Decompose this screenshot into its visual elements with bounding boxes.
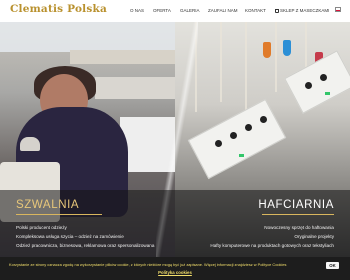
site-header: Clematis Polska O NAS OFERTA GALERIA ZAU… bbox=[0, 0, 350, 22]
cookie-bar: Korzystanie ze strony oznacza zgodę na w… bbox=[0, 257, 350, 280]
machine-indicator bbox=[239, 154, 244, 157]
nav-item-sklep-label: SKLEP Z MASECZKAMI bbox=[280, 8, 330, 13]
thread-line bbox=[245, 22, 247, 122]
szwalnia-line: Odzież pracownicza, biznesowa, reklamowa… bbox=[16, 243, 155, 248]
main-nav: O NAS OFERTA GALERIA ZAUFALI NAM KONTAKT… bbox=[0, 8, 350, 16]
thread-cone bbox=[283, 40, 291, 56]
nav-item-sklep[interactable]: SKLEP Z MASECZKAMI bbox=[275, 8, 329, 13]
thread-line bbox=[275, 22, 277, 92]
window-light bbox=[0, 22, 175, 52]
nav-item-o-nas[interactable]: O NAS bbox=[130, 8, 144, 13]
title-underline bbox=[262, 214, 334, 215]
cookie-ok-button[interactable]: OK bbox=[326, 262, 339, 269]
nav-item-zaufali-nam[interactable]: ZAUFALI NAM bbox=[208, 8, 238, 13]
hafciarnia-line: Nowoczesny sprzęt do haftowania bbox=[264, 225, 334, 230]
machine-knob bbox=[305, 82, 312, 89]
cart-icon bbox=[275, 8, 279, 13]
thread-cone bbox=[263, 42, 271, 58]
nav-item-kontakt[interactable]: KONTAKT bbox=[245, 8, 266, 13]
section-title-szwalnia[interactable]: SZWALNIA bbox=[16, 199, 79, 211]
hafciarnia-line: Hafty komputerowe na produktach gotowych… bbox=[210, 243, 334, 248]
nav-item-oferta[interactable]: OFERTA bbox=[153, 8, 171, 13]
cookie-text: Korzystanie ze strony oznacza zgodę na w… bbox=[9, 262, 287, 267]
szwalnia-line: Kompleksowa usługa szycia – odzież na za… bbox=[16, 234, 124, 239]
machine-indicator bbox=[325, 92, 330, 95]
machine-lamp bbox=[20, 137, 40, 151]
embroidery-panel bbox=[187, 98, 287, 180]
thread-line bbox=[220, 22, 222, 102]
polish-flag-icon[interactable] bbox=[335, 7, 341, 12]
machine-knob bbox=[215, 140, 222, 147]
szwalnia-line: Polski producent odzieży bbox=[16, 225, 67, 230]
cookie-policy-link[interactable]: Polityka cookies bbox=[0, 270, 350, 275]
nav-item-galeria[interactable]: GALERIA bbox=[180, 8, 200, 13]
machine-knob bbox=[260, 116, 267, 123]
machine-knob bbox=[230, 132, 237, 139]
machine-knob bbox=[320, 74, 327, 81]
section-title-hafciarnia[interactable]: HAFCIARNIA bbox=[258, 199, 334, 211]
embroidery-panel bbox=[284, 50, 350, 114]
machine-knob bbox=[245, 124, 252, 131]
hafciarnia-line: Oryginalne projekty bbox=[294, 234, 334, 239]
title-underline bbox=[16, 214, 102, 215]
